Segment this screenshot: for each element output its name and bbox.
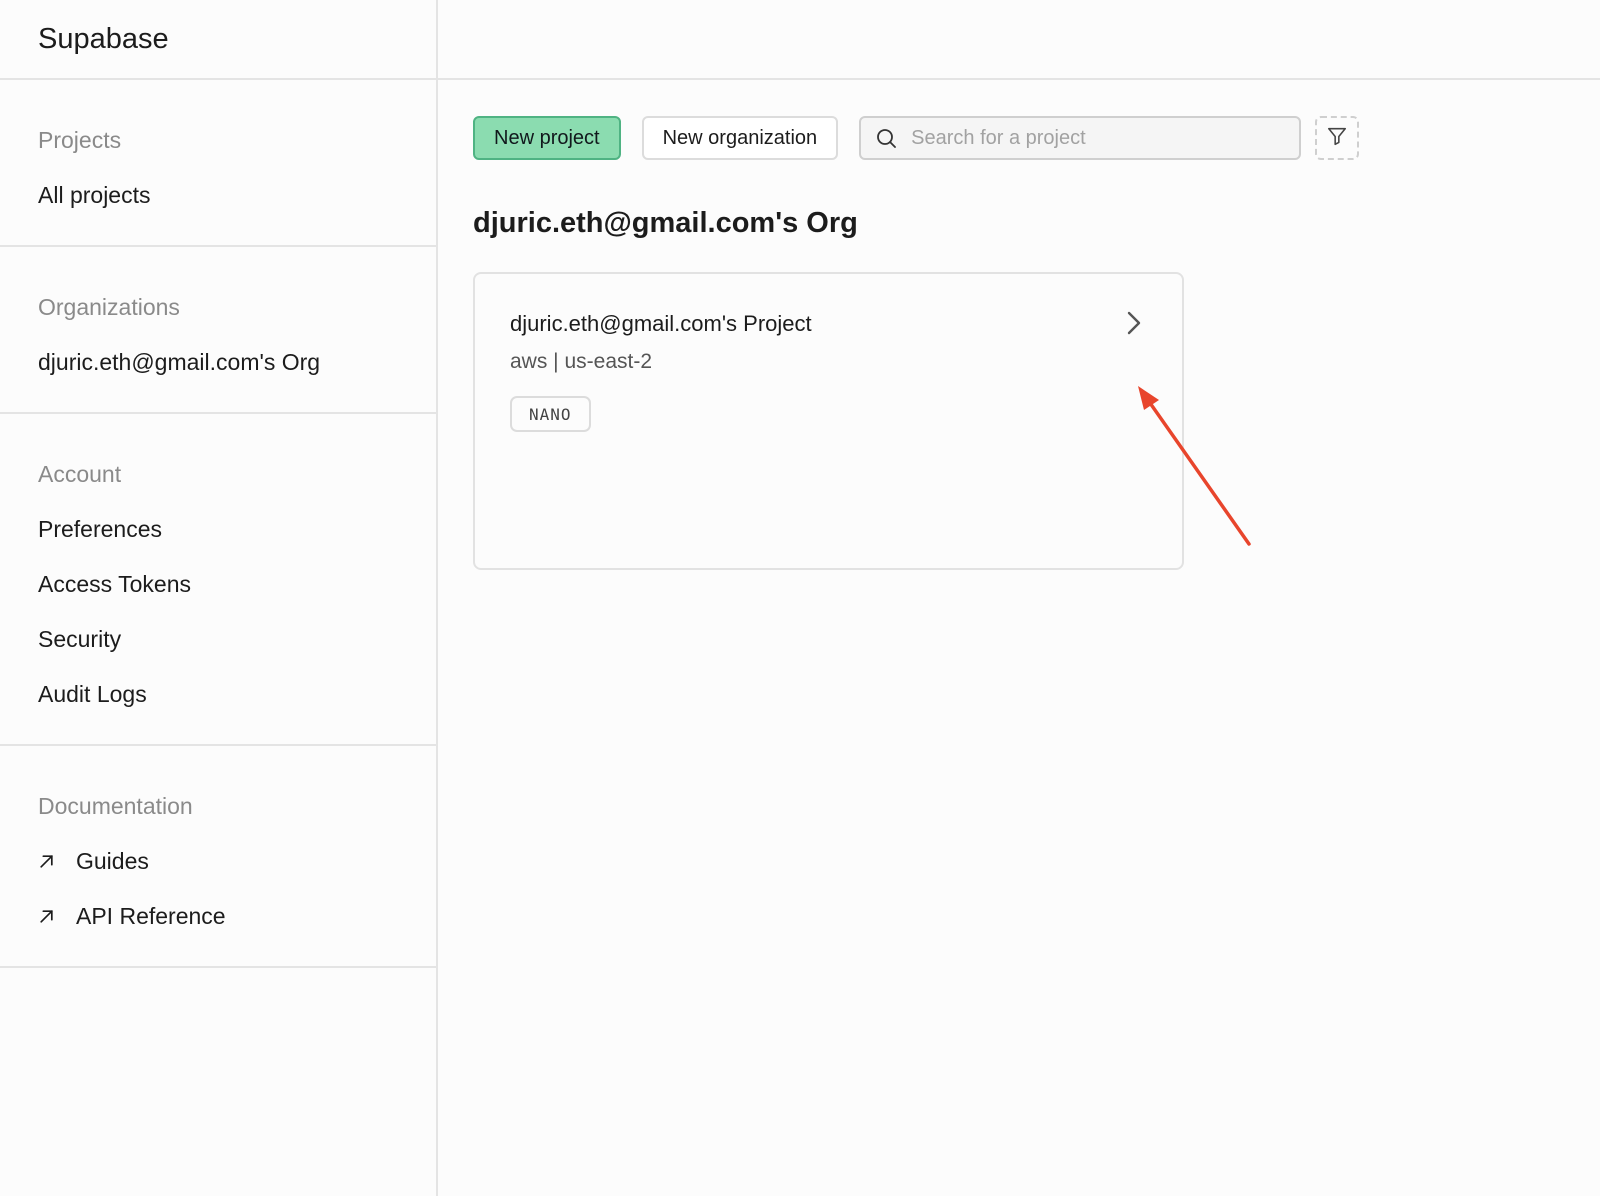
brand-logo[interactable]: Supabase <box>0 0 436 80</box>
filter-button[interactable] <box>1315 116 1360 160</box>
organization-title: djuric.eth@gmail.com's Org <box>473 207 858 239</box>
sidebar-item-all-projects[interactable]: All projects <box>38 175 436 215</box>
sidebar-item-organization[interactable]: djuric.eth@gmail.com's Org <box>38 342 436 382</box>
arrow-up-right-icon <box>38 853 76 870</box>
top-bar <box>438 0 1600 80</box>
search-box[interactable] <box>859 116 1302 160</box>
sidebar-section-account: Account Preferences Access Tokens Securi… <box>0 414 436 746</box>
sidebar-heading-organizations: Organizations <box>38 294 180 320</box>
toolbar: New project New organization <box>473 116 1600 160</box>
sidebar-item-guides-label: Guides <box>76 848 149 874</box>
sidebar-item-api-reference[interactable]: API Reference <box>38 896 436 936</box>
sidebar-section-documentation: Documentation Guides API Reference <box>0 746 436 968</box>
main-content: New project New organization djuric.eth@… <box>473 116 1600 570</box>
search-icon <box>875 127 897 149</box>
chevron-right-icon[interactable] <box>1121 309 1145 337</box>
sidebar-item-api-reference-label: API Reference <box>76 903 226 929</box>
project-region: aws | us-east-2 <box>510 350 653 373</box>
sidebar-item-preferences[interactable]: Preferences <box>38 509 436 549</box>
search-input[interactable] <box>911 126 1300 150</box>
project-tier-badge: NANO <box>510 396 591 432</box>
sidebar-heading-documentation: Documentation <box>38 793 193 819</box>
sidebar-item-security[interactable]: Security <box>38 619 436 659</box>
app: Supabase Projects All projects Organizat… <box>0 0 1600 1196</box>
sidebar-item-audit-logs[interactable]: Audit Logs <box>38 674 436 714</box>
sidebar-section-projects: Projects All projects <box>0 80 436 247</box>
project-card[interactable]: djuric.eth@gmail.com's Project aws | us-… <box>473 272 1184 570</box>
project-name: djuric.eth@gmail.com's Project <box>510 311 812 336</box>
sidebar-heading-account: Account <box>38 461 122 487</box>
new-organization-button[interactable]: New organization <box>641 116 839 160</box>
arrow-up-right-icon <box>38 908 76 925</box>
filter-icon <box>1326 125 1348 152</box>
sidebar-heading-projects: Projects <box>38 127 122 153</box>
new-project-button[interactable]: New project <box>473 116 621 160</box>
sidebar-item-guides[interactable]: Guides <box>38 841 436 881</box>
sidebar: Supabase Projects All projects Organizat… <box>0 0 438 1196</box>
sidebar-section-organizations: Organizations djuric.eth@gmail.com's Org <box>0 247 436 414</box>
sidebar-item-access-tokens[interactable]: Access Tokens <box>38 564 436 604</box>
